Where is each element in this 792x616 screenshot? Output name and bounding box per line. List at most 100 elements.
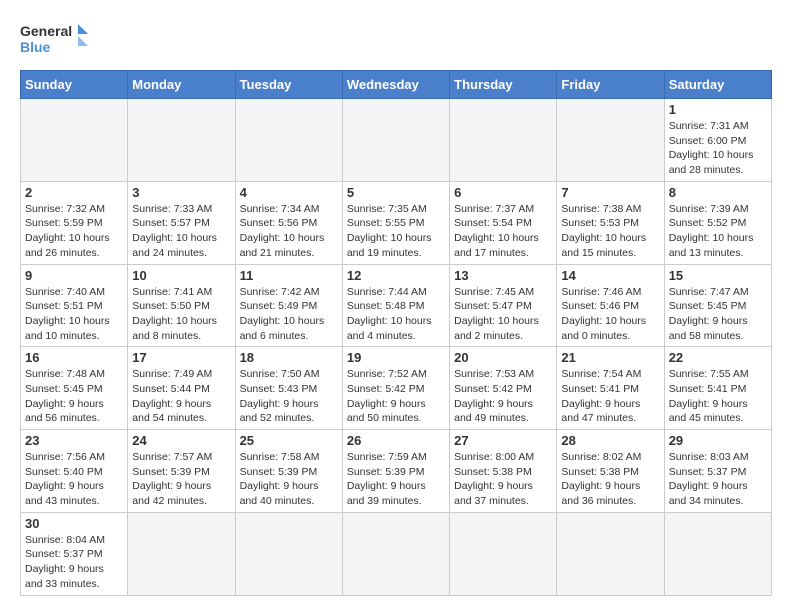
- day-number: 19: [347, 350, 445, 365]
- day-number: 12: [347, 268, 445, 283]
- day-info: Sunrise: 7:48 AM Sunset: 5:45 PM Dayligh…: [25, 367, 123, 426]
- day-header-sunday: Sunday: [21, 71, 128, 99]
- day-number: 27: [454, 433, 552, 448]
- day-number: 11: [240, 268, 338, 283]
- day-number: 18: [240, 350, 338, 365]
- day-info: Sunrise: 7:40 AM Sunset: 5:51 PM Dayligh…: [25, 285, 123, 344]
- day-number: 13: [454, 268, 552, 283]
- calendar-cell: 19Sunrise: 7:52 AM Sunset: 5:42 PM Dayli…: [342, 347, 449, 430]
- calendar-week-row: 30 Sunrise: 8:04 AM Sunset: 5:37 PM Dayli…: [21, 512, 772, 595]
- calendar-cell: 29Sunrise: 8:03 AM Sunset: 5:37 PM Dayli…: [664, 430, 771, 513]
- day-info: Sunrise: 7:44 AM Sunset: 5:48 PM Dayligh…: [347, 285, 445, 344]
- calendar-cell: [557, 512, 664, 595]
- calendar-week-row: 1Sunrise: 7:31 AM Sunset: 6:00 PM Daylig…: [21, 99, 772, 182]
- day-info: Sunrise: 7:39 AM Sunset: 5:52 PM Dayligh…: [669, 202, 767, 261]
- day-info: Sunrise: 7:58 AM Sunset: 5:39 PM Dayligh…: [240, 450, 338, 509]
- calendar-cell: 21 Sunrise: 7:54 AM Sunset: 5:41 PM Dayli…: [557, 347, 664, 430]
- calendar-cell: 28Sunrise: 8:02 AM Sunset: 5:38 PM Dayli…: [557, 430, 664, 513]
- day-number: 5: [347, 185, 445, 200]
- calendar-cell: [342, 99, 449, 182]
- day-number: 1: [669, 102, 767, 117]
- calendar-cell: 8Sunrise: 7:39 AM Sunset: 5:52 PM Daylig…: [664, 181, 771, 264]
- calendar-week-row: 2 Sunrise: 7:32 AM Sunset: 5:59 PM Daylig…: [21, 181, 772, 264]
- calendar-cell: 2 Sunrise: 7:32 AM Sunset: 5:59 PM Daylig…: [21, 181, 128, 264]
- day-info: Sunrise: 8:03 AM Sunset: 5:37 PM Dayligh…: [669, 450, 767, 509]
- day-info: Sunrise: 7:57 AM Sunset: 5:39 PM Dayligh…: [132, 450, 230, 509]
- calendar-cell: 26Sunrise: 7:59 AM Sunset: 5:39 PM Dayli…: [342, 430, 449, 513]
- calendar-cell: 17Sunrise: 7:49 AM Sunset: 5:44 PM Dayli…: [128, 347, 235, 430]
- calendar-week-row: 23 Sunrise: 7:56 AM Sunset: 5:40 PM Dayli…: [21, 430, 772, 513]
- day-number: 3: [132, 185, 230, 200]
- logo-svg: General Blue: [20, 20, 90, 60]
- day-info: Sunrise: 7:56 AM Sunset: 5:40 PM Dayligh…: [25, 450, 123, 509]
- calendar-cell: 11Sunrise: 7:42 AM Sunset: 5:49 PM Dayli…: [235, 264, 342, 347]
- calendar-week-row: 9 Sunrise: 7:40 AM Sunset: 5:51 PM Daylig…: [21, 264, 772, 347]
- day-info: Sunrise: 7:37 AM Sunset: 5:54 PM Dayligh…: [454, 202, 552, 261]
- calendar-cell: 1Sunrise: 7:31 AM Sunset: 6:00 PM Daylig…: [664, 99, 771, 182]
- day-number: 7: [561, 185, 659, 200]
- day-info: Sunrise: 7:33 AM Sunset: 5:57 PM Dayligh…: [132, 202, 230, 261]
- day-number: 22: [669, 350, 767, 365]
- day-number: 25: [240, 433, 338, 448]
- calendar-cell: [235, 512, 342, 595]
- calendar-cell: 5Sunrise: 7:35 AM Sunset: 5:55 PM Daylig…: [342, 181, 449, 264]
- day-info: Sunrise: 7:41 AM Sunset: 5:50 PM Dayligh…: [132, 285, 230, 344]
- calendar-cell: 25 Sunrise: 7:58 AM Sunset: 5:39 PM Dayli…: [235, 430, 342, 513]
- calendar-cell: 3 Sunrise: 7:33 AM Sunset: 5:57 PM Daylig…: [128, 181, 235, 264]
- calendar-cell: 22 Sunrise: 7:55 AM Sunset: 5:41 PM Dayli…: [664, 347, 771, 430]
- calendar-cell: 27 Sunrise: 8:00 AM Sunset: 5:38 PM Dayli…: [450, 430, 557, 513]
- day-number: 14: [561, 268, 659, 283]
- calendar-cell: [342, 512, 449, 595]
- calendar-cell: [235, 99, 342, 182]
- day-info: Sunrise: 7:46 AM Sunset: 5:46 PM Dayligh…: [561, 285, 659, 344]
- calendar-cell: 18 Sunrise: 7:50 AM Sunset: 5:43 PM Dayli…: [235, 347, 342, 430]
- day-header-monday: Monday: [128, 71, 235, 99]
- day-number: 26: [347, 433, 445, 448]
- logo: General Blue: [20, 20, 90, 60]
- calendar-cell: 12 Sunrise: 7:44 AM Sunset: 5:48 PM Dayli…: [342, 264, 449, 347]
- day-number: 10: [132, 268, 230, 283]
- calendar-cell: [128, 512, 235, 595]
- calendar-cell: 7 Sunrise: 7:38 AM Sunset: 5:53 PM Daylig…: [557, 181, 664, 264]
- day-number: 24: [132, 433, 230, 448]
- calendar-cell: [21, 99, 128, 182]
- day-number: 21: [561, 350, 659, 365]
- calendar-cell: [557, 99, 664, 182]
- svg-text:Blue: Blue: [20, 39, 51, 55]
- calendar-cell: 20Sunrise: 7:53 AM Sunset: 5:42 PM Dayli…: [450, 347, 557, 430]
- day-number: 17: [132, 350, 230, 365]
- calendar-cell: 30 Sunrise: 8:04 AM Sunset: 5:37 PM Dayli…: [21, 512, 128, 595]
- calendar-cell: 4 Sunrise: 7:34 AM Sunset: 5:56 PM Daylig…: [235, 181, 342, 264]
- day-number: 23: [25, 433, 123, 448]
- calendar-cell: 6 Sunrise: 7:37 AM Sunset: 5:54 PM Daylig…: [450, 181, 557, 264]
- day-number: 2: [25, 185, 123, 200]
- day-number: 9: [25, 268, 123, 283]
- day-header-tuesday: Tuesday: [235, 71, 342, 99]
- calendar-cell: 15 Sunrise: 7:47 AM Sunset: 5:45 PM Dayli…: [664, 264, 771, 347]
- day-info: Sunrise: 7:55 AM Sunset: 5:41 PM Dayligh…: [669, 367, 767, 426]
- calendar-cell: [450, 512, 557, 595]
- calendar-cell: 24 Sunrise: 7:57 AM Sunset: 5:39 PM Dayli…: [128, 430, 235, 513]
- day-header-wednesday: Wednesday: [342, 71, 449, 99]
- day-info: Sunrise: 7:54 AM Sunset: 5:41 PM Dayligh…: [561, 367, 659, 426]
- day-info: Sunrise: 7:32 AM Sunset: 5:59 PM Dayligh…: [25, 202, 123, 261]
- day-number: 30: [25, 516, 123, 531]
- day-number: 6: [454, 185, 552, 200]
- day-info: Sunrise: 7:34 AM Sunset: 5:56 PM Dayligh…: [240, 202, 338, 261]
- day-info: Sunrise: 7:47 AM Sunset: 5:45 PM Dayligh…: [669, 285, 767, 344]
- day-info: Sunrise: 7:53 AM Sunset: 5:42 PM Dayligh…: [454, 367, 552, 426]
- day-number: 16: [25, 350, 123, 365]
- calendar-header-row: SundayMondayTuesdayWednesdayThursdayFrid…: [21, 71, 772, 99]
- day-info: Sunrise: 8:04 AM Sunset: 5:37 PM Dayligh…: [25, 533, 123, 592]
- day-info: Sunrise: 7:38 AM Sunset: 5:53 PM Dayligh…: [561, 202, 659, 261]
- day-info: Sunrise: 7:50 AM Sunset: 5:43 PM Dayligh…: [240, 367, 338, 426]
- day-info: Sunrise: 7:45 AM Sunset: 5:47 PM Dayligh…: [454, 285, 552, 344]
- calendar-cell: [128, 99, 235, 182]
- calendar-cell: 14 Sunrise: 7:46 AM Sunset: 5:46 PM Dayli…: [557, 264, 664, 347]
- calendar-cell: [450, 99, 557, 182]
- day-number: 15: [669, 268, 767, 283]
- day-info: Sunrise: 8:00 AM Sunset: 5:38 PM Dayligh…: [454, 450, 552, 509]
- calendar-cell: [664, 512, 771, 595]
- day-header-friday: Friday: [557, 71, 664, 99]
- day-number: 4: [240, 185, 338, 200]
